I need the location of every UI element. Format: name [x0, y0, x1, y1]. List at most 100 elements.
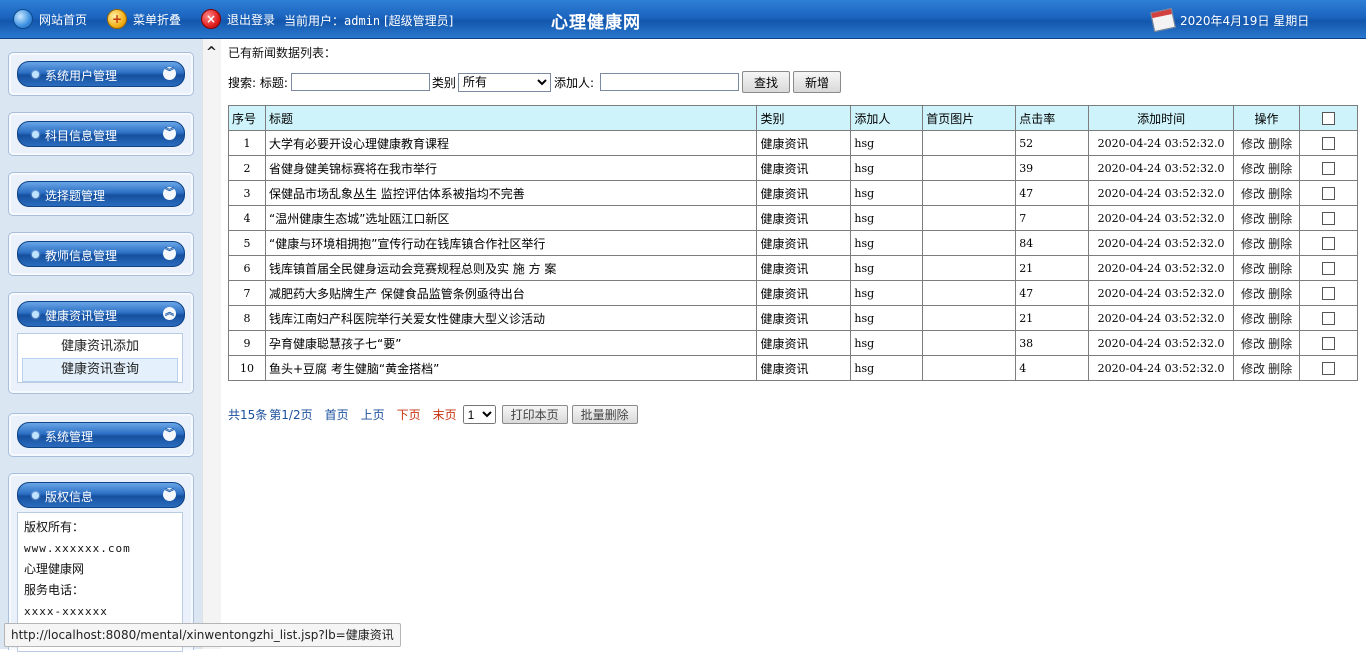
cell-adder: hsg — [850, 255, 924, 281]
table-row: 6 钱库镇首届全民健身运动会竞赛规程总则及实 施 方 案健康资讯 hsg 21 2020… — [228, 255, 1358, 281]
sidebar-header-system[interactable]: 系统管理 ︾ — [17, 422, 185, 448]
title-search-input[interactable] — [290, 73, 430, 91]
cell-actions: 修改 删除 — [1233, 330, 1301, 356]
chevron-down-icon[interactable]: ︾ — [163, 187, 176, 200]
cell-title: 省健身健美锦标赛将在我市举行 — [264, 155, 758, 181]
cell-title: 保健品市场乱象丛生 监控评估体系被指均不完善 — [264, 180, 758, 206]
delete-link[interactable]: 删除 — [1268, 162, 1292, 176]
bullet-icon — [32, 71, 39, 78]
cell-no: 8 — [228, 305, 266, 331]
sidebar-header-users[interactable]: 系统用户管理 ︾ — [17, 61, 185, 87]
edit-link[interactable]: 修改 — [1241, 237, 1265, 251]
first-page-link[interactable]: 首页 — [325, 406, 349, 423]
category-select[interactable]: 所有 — [457, 72, 551, 92]
col-header-adder: 添加人 — [850, 105, 924, 131]
delete-link[interactable]: 删除 — [1268, 362, 1292, 376]
edit-link[interactable]: 修改 — [1241, 312, 1265, 326]
row-checkbox[interactable] — [1322, 137, 1336, 150]
chevron-up-icon[interactable]: ^ — [206, 45, 217, 60]
row-checkbox[interactable] — [1322, 287, 1336, 300]
menu-collapse-label: 菜单折叠 — [133, 12, 182, 27]
sidebar-header-copyright[interactable]: 版权信息 ︾ — [17, 482, 185, 508]
delete-link[interactable]: 删除 — [1268, 312, 1292, 326]
chevron-down-icon[interactable]: ︾ — [163, 127, 176, 140]
next-page-link[interactable]: 下页 — [397, 406, 421, 423]
prev-page-link[interactable]: 上页 — [361, 406, 385, 423]
chevron-down-icon[interactable]: ︾ — [163, 428, 176, 441]
batch-delete-button[interactable]: 批量删除 — [571, 405, 638, 424]
cell-category: 健康资讯 — [756, 180, 852, 206]
print-page-button[interactable]: 打印本页 — [501, 405, 568, 424]
chevron-up-icon[interactable]: ︽ — [163, 307, 176, 320]
row-checkbox[interactable] — [1322, 262, 1336, 275]
cell-category: 健康资讯 — [756, 255, 852, 281]
col-header-actions: 操作 — [1233, 105, 1301, 131]
delete-link[interactable]: 删除 — [1268, 187, 1292, 201]
row-checkbox[interactable] — [1322, 212, 1336, 225]
sidebar-item-health-news-query[interactable]: 健康资讯查询 — [22, 358, 178, 382]
delete-link[interactable]: 删除 — [1268, 212, 1292, 226]
cell-time: 2020-04-24 03:52:32.0 — [1088, 180, 1235, 206]
menu-collapse-link[interactable]: + 菜单折叠 — [107, 9, 181, 29]
chevron-down-icon[interactable]: ︾ — [163, 67, 176, 80]
edit-link[interactable]: 修改 — [1241, 212, 1265, 226]
chevron-down-icon[interactable]: ︾ — [163, 488, 176, 501]
cell-title: 钱库江南妇产科医院举行关爱女性健康大型义诊活动 — [264, 305, 758, 331]
cell-image — [922, 155, 1017, 181]
sidebar-header-teachers[interactable]: 教师信息管理 ︾ — [17, 241, 185, 267]
cell-clicks: 47 — [1015, 180, 1090, 206]
row-checkbox[interactable] — [1322, 237, 1336, 250]
table-row: 2 省健身健美锦标赛将在我市举行 健康资讯 hsg 39 2020-04-24 03:52… — [228, 155, 1358, 181]
edit-link[interactable]: 修改 — [1241, 137, 1265, 151]
row-checkbox[interactable] — [1322, 362, 1336, 375]
cell-adder: hsg — [850, 355, 924, 381]
edit-link[interactable]: 修改 — [1241, 262, 1265, 276]
row-checkbox[interactable] — [1322, 187, 1336, 200]
cell-category: 健康资讯 — [756, 130, 852, 156]
row-checkbox[interactable] — [1322, 337, 1336, 350]
cell-title: 鱼头+豆腐 考生健脑“黄金搭档” — [264, 355, 758, 381]
edit-link[interactable]: 修改 — [1241, 337, 1265, 351]
sidebar-item-health-news-add[interactable]: 健康资讯添加 — [18, 336, 182, 358]
last-page-link[interactable]: 末页 — [433, 406, 457, 423]
sidebar-header-health-news[interactable]: 健康资讯管理 ︽ — [17, 301, 185, 327]
delete-link[interactable]: 删除 — [1268, 237, 1292, 251]
adder-search-input[interactable] — [599, 73, 739, 91]
cell-image — [922, 230, 1017, 256]
row-checkbox[interactable] — [1322, 162, 1336, 175]
edit-link[interactable]: 修改 — [1241, 287, 1265, 301]
col-header-category: 类别 — [756, 105, 852, 131]
row-checkbox[interactable] — [1322, 312, 1336, 325]
delete-link[interactable]: 删除 — [1268, 262, 1292, 276]
logout-link[interactable]: × 退出登录 — [201, 9, 275, 29]
cell-no: 6 — [228, 255, 266, 281]
delete-link[interactable]: 删除 — [1268, 287, 1292, 301]
adder-label: 添加人: — [553, 75, 594, 90]
cell-category: 健康资讯 — [756, 155, 852, 181]
edit-link[interactable]: 修改 — [1241, 162, 1265, 176]
sidebar-header-subjects[interactable]: 科目信息管理 ︾ — [17, 121, 185, 147]
delete-link[interactable]: 删除 — [1268, 137, 1292, 151]
cell-actions: 修改 删除 — [1233, 155, 1301, 181]
sidebar-header-questions[interactable]: 选择题管理 ︾ — [17, 181, 185, 207]
bullet-icon — [32, 492, 39, 499]
cell-category: 健康资讯 — [756, 230, 852, 256]
select-all-checkbox[interactable] — [1322, 112, 1336, 125]
favorite-icon: + — [107, 9, 127, 29]
cell-actions: 修改 删除 — [1233, 230, 1301, 256]
table-row: 9 孕育健康聪慧孩子七“要” 健康资讯 hsg 38 2020-04-24 03:52:3… — [228, 330, 1358, 356]
delete-link[interactable]: 删除 — [1268, 337, 1292, 351]
page-select[interactable]: 1 — [462, 405, 496, 424]
chevron-down-icon[interactable]: ︾ — [163, 247, 176, 260]
cell-image — [922, 330, 1017, 356]
new-button[interactable]: 新增 — [792, 71, 841, 93]
edit-link[interactable]: 修改 — [1241, 187, 1265, 201]
cell-adder: hsg — [850, 130, 924, 156]
home-link[interactable]: 网站首页 — [13, 9, 87, 29]
title-label: 标题: — [259, 75, 288, 90]
cell-image — [922, 180, 1017, 206]
sidebar-header-label: 系统用户管理 — [45, 69, 118, 83]
cell-select — [1299, 280, 1358, 306]
edit-link[interactable]: 修改 — [1241, 362, 1265, 376]
search-button[interactable]: 查找 — [741, 71, 790, 93]
